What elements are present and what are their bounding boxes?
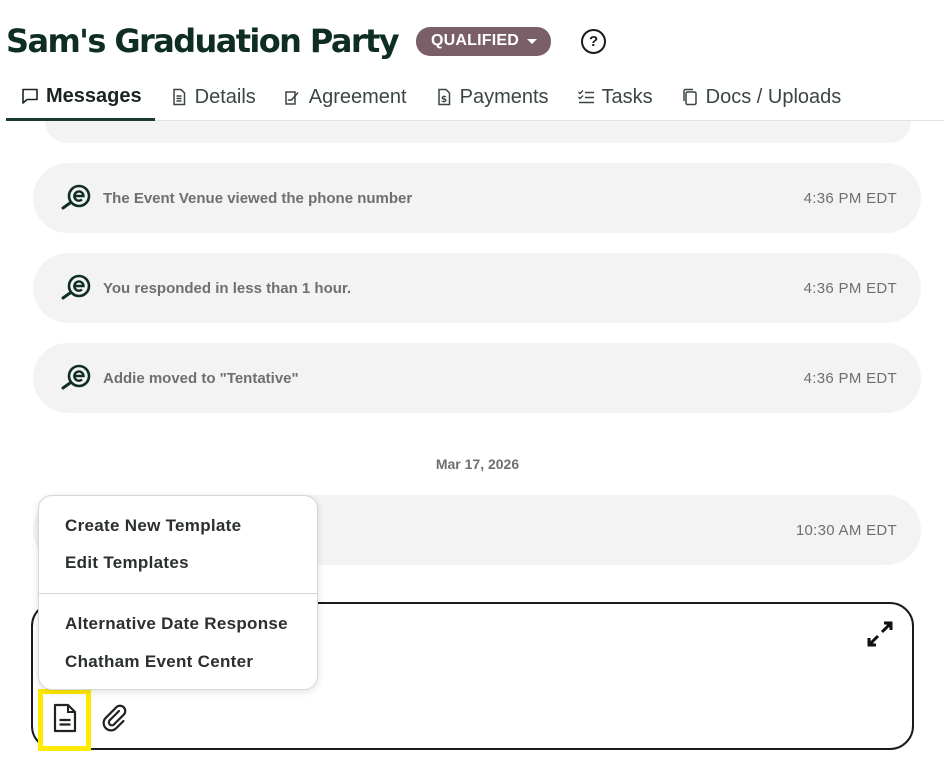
template-menu: Create New Template Edit Templates Alter…: [38, 495, 318, 690]
message-text: You responded in less than 1 hour.: [103, 279, 352, 297]
template-icon: [53, 703, 77, 738]
message-text: The Event Venue viewed the phone number: [103, 189, 413, 207]
message-text: Addie moved to "Tentative": [103, 369, 299, 387]
copy-icon: [681, 88, 699, 106]
message-time: 10:30 AM EDT: [795, 521, 897, 539]
signature-icon: [284, 88, 302, 106]
activity-message: The Event Venue viewed the phone number …: [33, 163, 921, 233]
message-time: 4:36 PM EDT: [803, 279, 897, 297]
tab-agreement[interactable]: Agreement: [269, 74, 420, 120]
tab-docs-uploads[interactable]: Docs / Uploads: [666, 74, 855, 120]
tab-details[interactable]: Details: [155, 74, 269, 120]
help-icon[interactable]: ?: [581, 28, 607, 54]
caret-down-icon: [527, 38, 538, 44]
template-item[interactable]: Chatham Event Center: [65, 652, 253, 672]
chat-icon: [21, 87, 39, 105]
eventective-logo-icon: [60, 271, 94, 305]
message-time: 4:36 PM EDT: [803, 189, 897, 207]
activity-message: Addie moved to "Tentative" 4:36 PM EDT: [33, 343, 921, 413]
tab-tasks[interactable]: Tasks: [562, 74, 666, 120]
menu-divider: [39, 593, 317, 594]
edit-templates-item[interactable]: Edit Templates: [65, 553, 189, 573]
status-label: QUALIFIED: [431, 32, 520, 49]
message-time: 4:36 PM EDT: [803, 369, 897, 387]
create-template-item[interactable]: Create New Template: [65, 516, 241, 536]
template-button[interactable]: [38, 689, 91, 751]
previous-message-bubble: [45, 121, 911, 143]
page-header: Sam's Graduation Party QUALIFIED ?: [6, 18, 607, 64]
tab-payments[interactable]: $ Payments: [420, 74, 562, 120]
status-dropdown[interactable]: QUALIFIED: [416, 26, 552, 56]
eventective-logo-icon: [60, 181, 94, 215]
page-title: Sam's Graduation Party: [6, 22, 400, 60]
checklist-icon: [577, 88, 595, 106]
paperclip-icon[interactable]: [99, 703, 129, 733]
expand-icon[interactable]: [866, 620, 894, 648]
activity-message: You responded in less than 1 hour. 4:36 …: [33, 253, 921, 323]
eventective-logo-icon: [60, 361, 94, 395]
template-item[interactable]: Alternative Date Response: [65, 614, 288, 634]
tab-bar: Messages Details Agreement $ Payments Ta…: [6, 74, 944, 121]
svg-text:$: $: [440, 95, 446, 105]
date-separator: Mar 17, 2026: [435, 456, 520, 472]
tab-messages[interactable]: Messages: [6, 74, 155, 121]
invoice-icon: $: [435, 88, 453, 106]
document-icon: [170, 88, 188, 106]
